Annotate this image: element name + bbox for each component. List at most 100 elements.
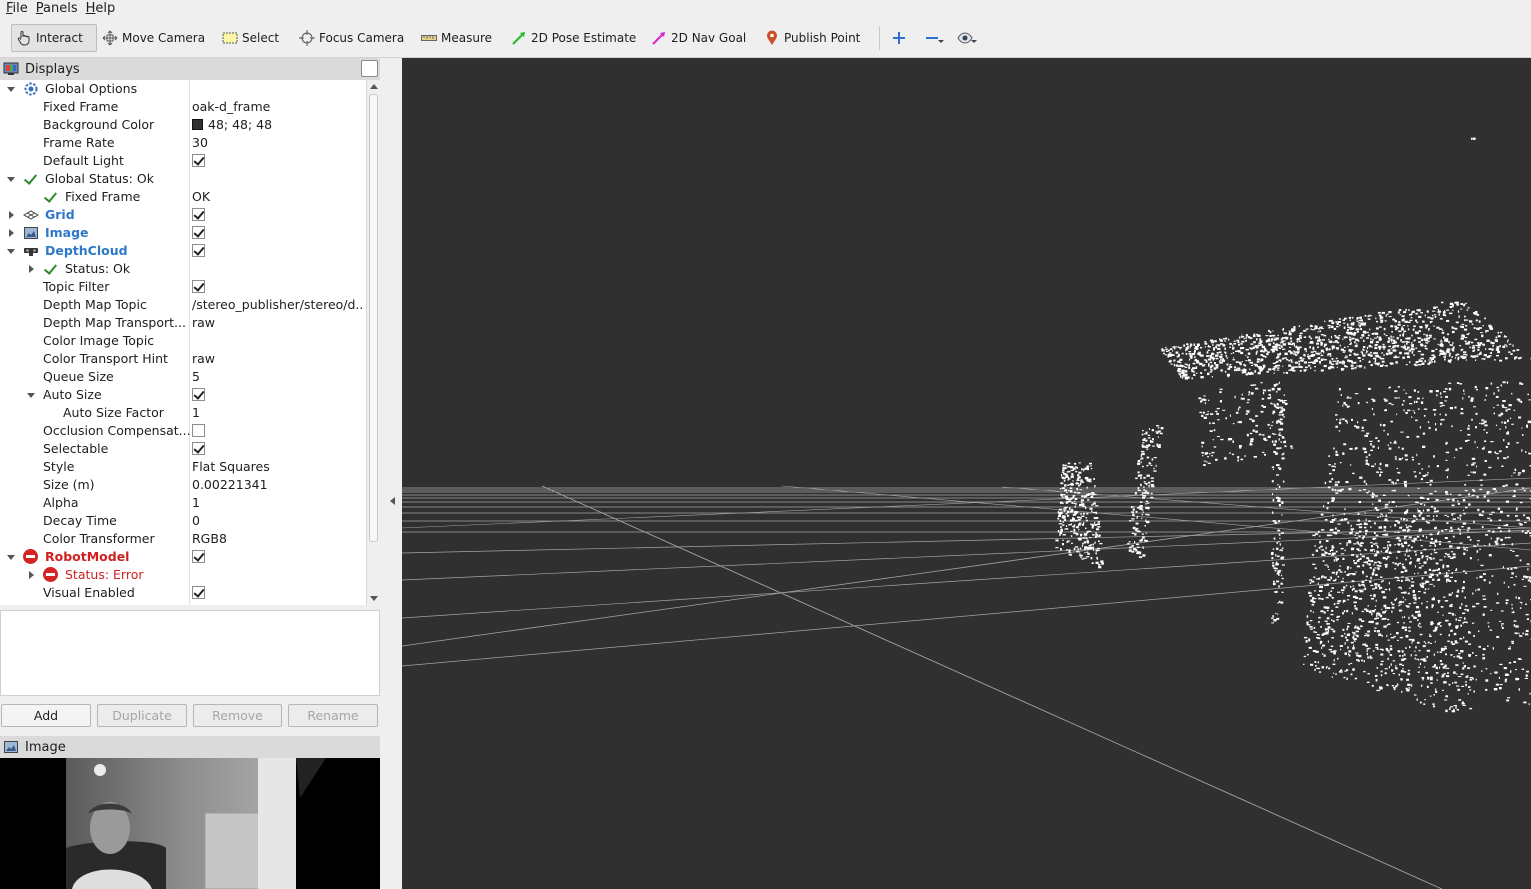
robotmodel-enabled-checkbox[interactable] bbox=[192, 550, 205, 563]
tree-row-occlusion-compensation[interactable]: Occlusion Compensat... bbox=[0, 422, 366, 440]
selectable-checkbox[interactable] bbox=[192, 442, 205, 455]
tree-row-global-options[interactable]: Global Options bbox=[0, 80, 366, 98]
cloud-point bbox=[1368, 620, 1371, 623]
move-camera-tool-button[interactable]: Move Camera bbox=[102, 24, 205, 52]
duplicate-display-button[interactable]: Duplicate bbox=[97, 704, 187, 727]
tree-row-depth-map-topic[interactable]: Depth Map Topic /stereo_publisher/stereo… bbox=[0, 296, 366, 314]
menu-panels[interactable]: Panels bbox=[32, 0, 82, 18]
expand-arrow-icon[interactable] bbox=[26, 566, 36, 584]
tree-row-style[interactable]: Style Flat Squares bbox=[0, 458, 366, 476]
tree-row-depth-map-transport[interactable]: Depth Map Transport... raw bbox=[0, 314, 366, 332]
remove-tool-button[interactable] bbox=[924, 24, 944, 52]
menu-help[interactable]: Help bbox=[82, 0, 120, 18]
scroll-up-icon[interactable] bbox=[370, 84, 378, 89]
default-light-checkbox[interactable] bbox=[192, 154, 205, 167]
cloud-point bbox=[1419, 426, 1421, 429]
collapse-arrow-icon[interactable] bbox=[6, 170, 16, 188]
grid-enabled-checkbox[interactable] bbox=[192, 208, 205, 221]
tree-row-auto-size[interactable]: Auto Size bbox=[0, 386, 366, 404]
collapse-panel-icon[interactable] bbox=[390, 497, 395, 505]
cloud-point bbox=[1096, 558, 1099, 560]
tree-row-grid[interactable]: Grid bbox=[0, 206, 366, 224]
add-display-button[interactable]: Add bbox=[1, 704, 91, 727]
cloud-point bbox=[1191, 377, 1193, 380]
cloud-point bbox=[1151, 480, 1154, 482]
collapse-arrow-icon[interactable] bbox=[6, 80, 16, 98]
pose-estimate-tool-button[interactable]: 2D Pose Estimate bbox=[511, 24, 636, 52]
background-color-value[interactable]: 48; 48; 48 bbox=[192, 116, 364, 134]
style-value[interactable]: Flat Squares bbox=[192, 458, 364, 476]
3d-render-viewport[interactable] bbox=[402, 58, 1531, 889]
image-enabled-checkbox[interactable] bbox=[192, 226, 205, 239]
cloud-point bbox=[1416, 321, 1419, 324]
scroll-thumb[interactable] bbox=[369, 94, 378, 542]
tree-row-frame-rate[interactable]: Frame Rate 30 bbox=[0, 134, 366, 152]
panel-splitter[interactable] bbox=[380, 58, 402, 889]
tree-row-color-transport-hint[interactable]: Color Transport Hint raw bbox=[0, 350, 366, 368]
tree-row-global-status[interactable]: Global Status: Ok bbox=[0, 170, 366, 188]
collapse-arrow-icon[interactable] bbox=[26, 386, 36, 404]
tree-row-depthcloud-status[interactable]: Status: Ok bbox=[0, 260, 366, 278]
cloud-point bbox=[1367, 334, 1370, 337]
decay-time-value[interactable]: 0 bbox=[192, 512, 364, 530]
tree-row-decay-time[interactable]: Decay Time 0 bbox=[0, 512, 366, 530]
float-panel-button[interactable] bbox=[361, 60, 378, 77]
tree-row-visual-enabled[interactable]: Visual Enabled bbox=[0, 584, 366, 602]
interact-tool-button[interactable]: Interact bbox=[11, 24, 97, 52]
remove-display-button[interactable]: Remove bbox=[193, 704, 282, 727]
tree-row-queue-size[interactable]: Queue Size 5 bbox=[0, 368, 366, 386]
cloud-point bbox=[1355, 328, 1358, 330]
topic-filter-checkbox[interactable] bbox=[192, 280, 205, 293]
cloud-point bbox=[1471, 341, 1474, 344]
tree-row-robotmodel-status[interactable]: Status: Error bbox=[0, 566, 366, 584]
color-transport-hint-value[interactable]: raw bbox=[192, 350, 364, 368]
collapse-arrow-icon[interactable] bbox=[6, 242, 16, 260]
tree-row-alpha[interactable]: Alpha 1 bbox=[0, 494, 366, 512]
tree-row-background-color[interactable]: Background Color 48; 48; 48 bbox=[0, 116, 366, 134]
expand-arrow-icon[interactable] bbox=[6, 224, 16, 242]
tree-row-label: RobotModel bbox=[45, 549, 130, 564]
tree-row-robotmodel[interactable]: RobotModel bbox=[0, 548, 366, 566]
cloud-point bbox=[1335, 573, 1338, 576]
tree-row-size[interactable]: Size (m) 0.00221341 bbox=[0, 476, 366, 494]
cloud-point bbox=[1193, 374, 1196, 376]
auto-size-factor-value[interactable]: 1 bbox=[192, 404, 364, 422]
publish-point-tool-button[interactable]: Publish Point bbox=[764, 24, 860, 52]
size-value[interactable]: 0.00221341 bbox=[192, 476, 364, 494]
depthcloud-enabled-checkbox[interactable] bbox=[192, 244, 205, 257]
expand-arrow-icon[interactable] bbox=[26, 260, 36, 278]
occlusion-compensation-checkbox[interactable] bbox=[192, 424, 205, 437]
tree-row-auto-size-factor[interactable]: Auto Size Factor 1 bbox=[0, 404, 366, 422]
color-transformer-value[interactable]: RGB8 bbox=[192, 530, 364, 548]
tree-row-fixed-frame-status[interactable]: Fixed Frame OK bbox=[0, 188, 366, 206]
visual-enabled-checkbox[interactable] bbox=[192, 586, 205, 599]
focus-camera-tool-button[interactable]: Focus Camera bbox=[299, 24, 404, 52]
collapse-arrow-icon[interactable] bbox=[6, 548, 16, 566]
tree-row-fixed-frame[interactable]: Fixed Frame oak-d_frame bbox=[0, 98, 366, 116]
measure-tool-button[interactable]: Measure bbox=[421, 24, 492, 52]
tree-row-color-transformer[interactable]: Color Transformer RGB8 bbox=[0, 530, 366, 548]
displays-scrollbar[interactable] bbox=[366, 80, 380, 605]
displays-tree[interactable]: Global Options Fixed Frame oak-d_frame B… bbox=[0, 80, 366, 605]
expand-arrow-icon[interactable] bbox=[6, 206, 16, 224]
depth-map-topic-value[interactable]: /stereo_publisher/stereo/d... bbox=[192, 296, 364, 314]
view-options-button[interactable] bbox=[957, 24, 977, 52]
select-tool-button[interactable]: Select bbox=[222, 24, 279, 52]
tree-row-default-light[interactable]: Default Light bbox=[0, 152, 366, 170]
tree-row-topic-filter[interactable]: Topic Filter bbox=[0, 278, 366, 296]
queue-size-value[interactable]: 5 bbox=[192, 368, 364, 386]
tree-row-image[interactable]: Image bbox=[0, 224, 366, 242]
rename-display-button[interactable]: Rename bbox=[288, 704, 378, 727]
add-tool-button[interactable] bbox=[891, 24, 907, 52]
auto-size-checkbox[interactable] bbox=[192, 388, 205, 401]
tree-row-depthcloud[interactable]: DepthCloud bbox=[0, 242, 366, 260]
alpha-value[interactable]: 1 bbox=[192, 494, 364, 512]
depth-map-transport-value[interactable]: raw bbox=[192, 314, 364, 332]
tree-row-color-image-topic[interactable]: Color Image Topic bbox=[0, 332, 366, 350]
frame-rate-value[interactable]: 30 bbox=[192, 134, 364, 152]
scroll-down-icon[interactable] bbox=[370, 596, 378, 601]
menu-file[interactable]: File bbox=[0, 0, 32, 18]
tree-row-selectable[interactable]: Selectable bbox=[0, 440, 366, 458]
fixed-frame-value[interactable]: oak-d_frame bbox=[192, 98, 364, 116]
nav-goal-tool-button[interactable]: 2D Nav Goal bbox=[651, 24, 746, 52]
